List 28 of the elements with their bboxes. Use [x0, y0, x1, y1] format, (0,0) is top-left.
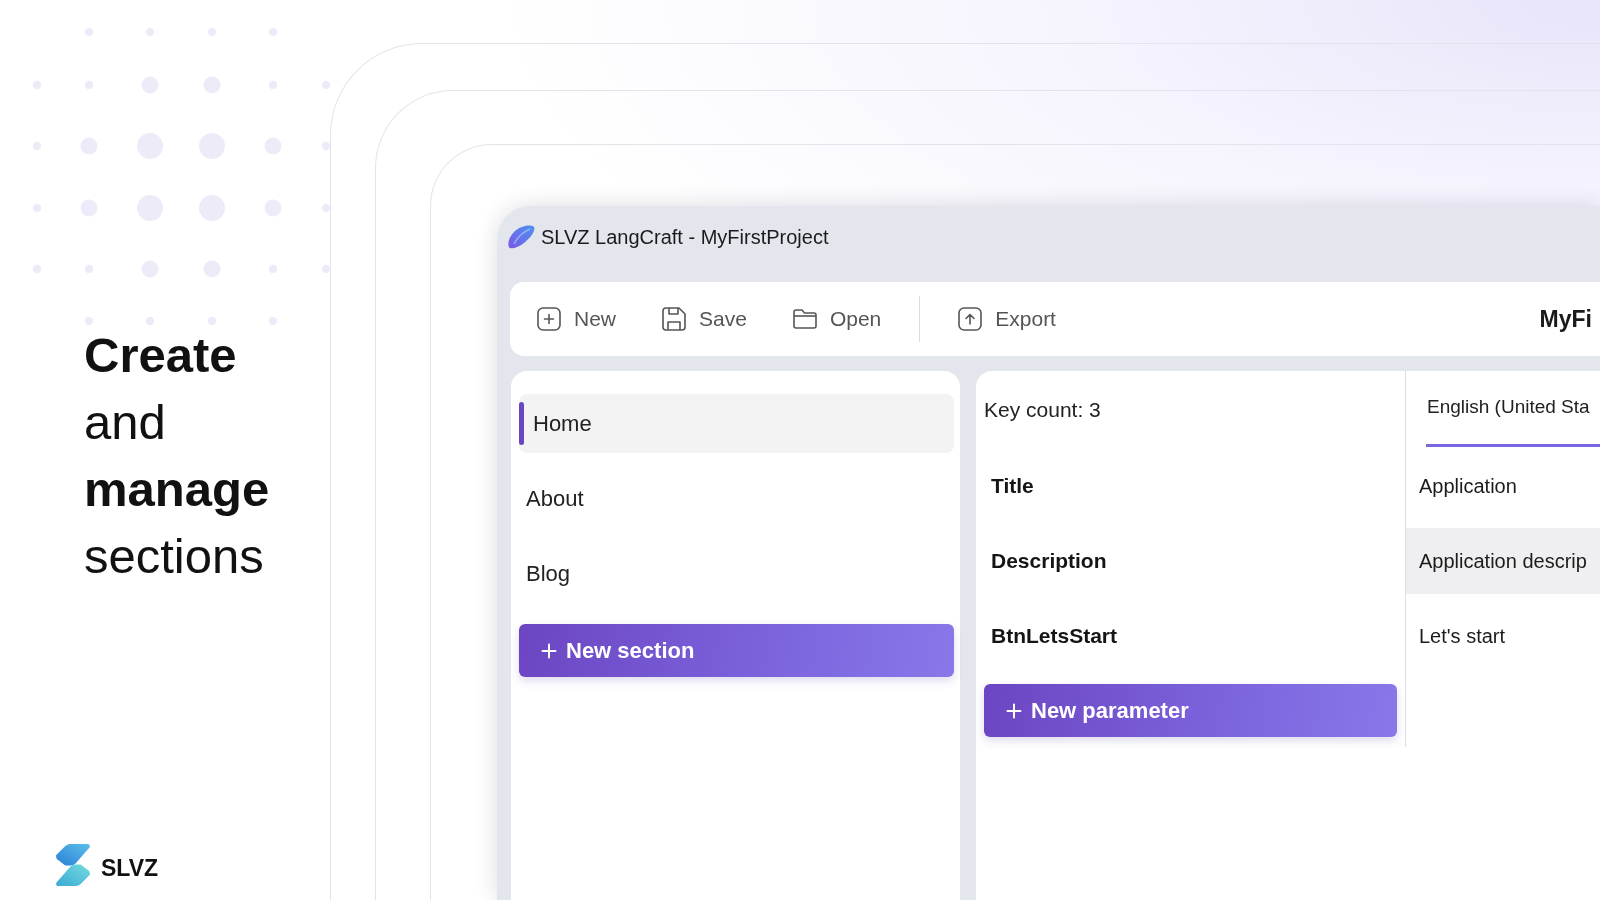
brand-name: SLVZ	[101, 856, 159, 880]
parameter-key: Description	[984, 528, 1397, 594]
translation-cell[interactable]: Application descrip	[1406, 528, 1600, 594]
parameter-key: Title	[984, 453, 1397, 519]
toolbar-button[interactable]: Save	[650, 297, 759, 341]
plus-square-icon	[537, 307, 561, 331]
arrow-up-square-icon	[958, 307, 983, 331]
new-parameter-button[interactable]: New parameter	[984, 684, 1397, 737]
plus-icon	[541, 642, 557, 659]
key-count: Key count: 3	[984, 397, 1102, 424]
project-name: MyFi	[1539, 304, 1592, 334]
plus-icon	[1006, 702, 1022, 719]
folder-icon	[792, 309, 817, 329]
language-tab[interactable]: English (United Sta	[1426, 371, 1600, 447]
new-section-button[interactable]: New section	[519, 624, 954, 677]
headline: Create and manage sections	[84, 327, 271, 585]
section-item[interactable]: Blog	[519, 544, 954, 603]
accent-bar-icon	[519, 402, 524, 445]
parameter-key: BtnLetsStart	[984, 603, 1397, 669]
brand-logo-icon	[56, 844, 90, 886]
toolbar-button[interactable]: Export	[946, 297, 1068, 341]
app-logo-icon	[507, 225, 535, 249]
section-item[interactable]: Home	[519, 394, 954, 453]
window-title: SLVZ LangCraft - MyFirstProject	[541, 225, 829, 250]
section-item[interactable]: About	[519, 469, 954, 528]
toolbar-button[interactable]: Open	[780, 297, 894, 341]
save-icon	[662, 307, 686, 331]
toolbar-button[interactable]: New	[525, 297, 628, 341]
